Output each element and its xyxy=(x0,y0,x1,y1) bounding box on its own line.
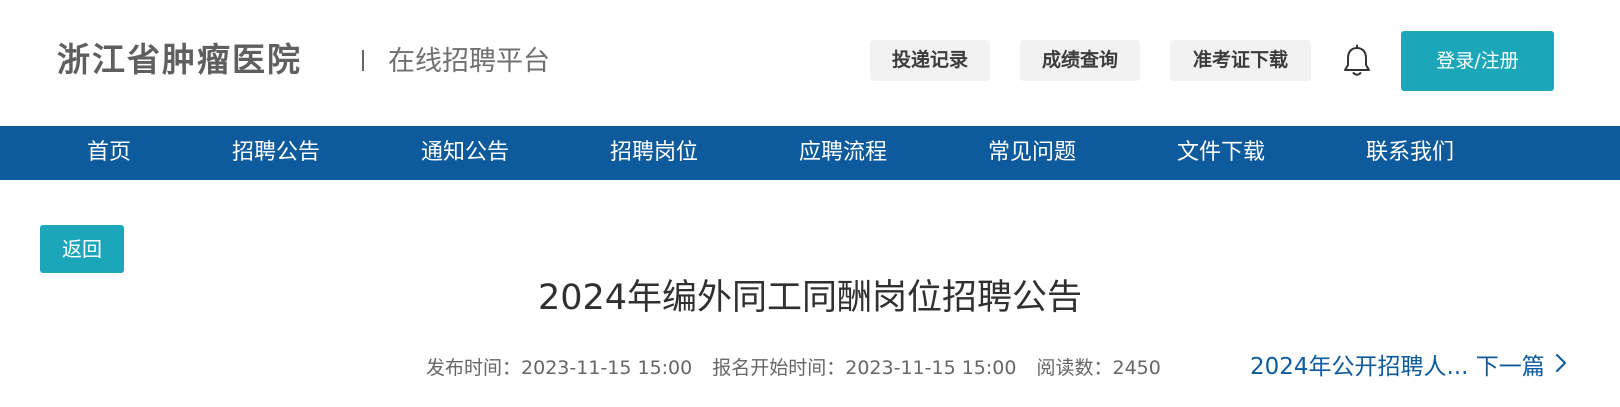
nav-item-downloads[interactable]: 文件下载 xyxy=(1171,126,1271,180)
read-count-label: 阅读数： xyxy=(1036,357,1113,379)
application-records-button[interactable]: 投递记录 xyxy=(870,40,990,81)
nav-item-announcements[interactable]: 通知公告 xyxy=(415,126,515,180)
back-button[interactable]: 返回 xyxy=(40,225,124,273)
hospital-logo[interactable]: 浙江省肿瘤医院 xyxy=(57,38,302,82)
header: 浙江省肿瘤医院 在线招聘平台 投递记录 成绩查询 准考证下载 登录/注册 xyxy=(0,0,1620,126)
nav-item-process[interactable]: 应聘流程 xyxy=(793,126,893,180)
admission-ticket-download-button[interactable]: 准考证下载 xyxy=(1170,40,1311,81)
next-article-link[interactable]: 2024年公开招聘人... 下一篇 xyxy=(1250,350,1567,384)
nav-item-home[interactable]: 首页 xyxy=(69,126,149,180)
bell-icon[interactable] xyxy=(1341,44,1373,78)
next-article-label[interactable]: 下一篇 xyxy=(1476,354,1545,380)
chevron-right-icon[interactable] xyxy=(1555,349,1567,383)
logo-divider xyxy=(362,50,364,71)
platform-subtitle: 在线招聘平台 xyxy=(388,46,550,77)
nav-item-recruitment-notices[interactable]: 招聘公告 xyxy=(226,126,326,180)
publish-time-label: 发布时间： xyxy=(426,357,522,379)
publish-time-value: 2023-11-15 15:00 xyxy=(521,357,693,379)
main-nav: 首页 招聘公告 通知公告 招聘岗位 应聘流程 常见问题 文件下载 联系我们 xyxy=(0,126,1620,180)
score-query-button[interactable]: 成绩查询 xyxy=(1020,40,1140,81)
signup-start-label: 报名开始时间： xyxy=(712,357,846,379)
read-count-value: 2450 xyxy=(1112,357,1161,379)
signup-start-value: 2023-11-15 15:00 xyxy=(845,357,1017,379)
nav-item-faq[interactable]: 常见问题 xyxy=(982,126,1082,180)
nav-item-contact[interactable]: 联系我们 xyxy=(1360,126,1460,180)
article-meta: 发布时间：2023-11-15 15:00 报名开始时间：2023-11-15 1… xyxy=(426,354,1161,382)
next-article-title[interactable]: 2024年公开招聘人... xyxy=(1250,354,1468,380)
article-title: 2024年编外同工同酬岗位招聘公告 xyxy=(537,278,1083,318)
login-register-button[interactable]: 登录/注册 xyxy=(1401,31,1554,91)
nav-item-positions[interactable]: 招聘岗位 xyxy=(604,126,704,180)
